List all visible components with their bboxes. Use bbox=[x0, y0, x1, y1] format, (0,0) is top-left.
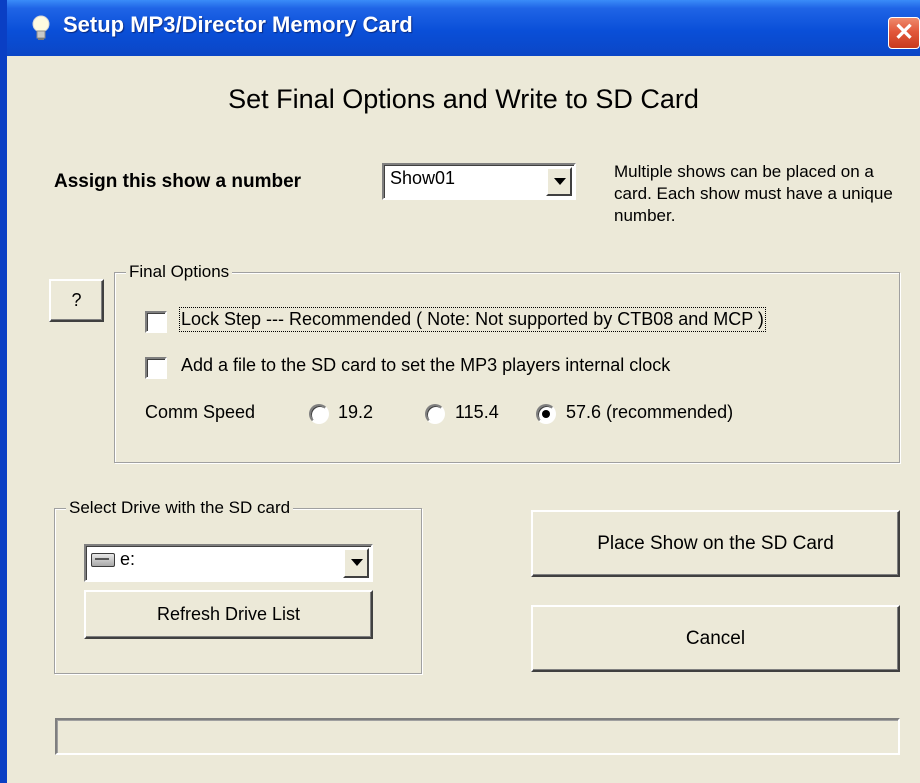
cancel-button[interactable]: Cancel bbox=[531, 605, 900, 672]
final-options-legend: Final Options bbox=[126, 262, 233, 282]
comm-speed-radio-19-2[interactable] bbox=[309, 404, 329, 424]
chevron-down-icon[interactable] bbox=[546, 167, 572, 196]
clock-file-label[interactable]: Add a file to the SD card to set the MP3… bbox=[181, 355, 670, 376]
show-number-value: Show01 bbox=[390, 168, 456, 188]
comm-speed-radio-115-4[interactable] bbox=[425, 404, 445, 424]
setup-window: Setup MP3/Director Memory Card ✕ Set Fin… bbox=[0, 0, 920, 783]
cancel-label: Cancel bbox=[685, 628, 746, 649]
comm-speed-option-115-4[interactable]: 115.4 bbox=[455, 402, 499, 423]
comm-speed-option-57-6[interactable]: 57.6 (recommended) bbox=[566, 402, 733, 423]
clock-file-checkbox[interactable] bbox=[145, 357, 167, 379]
show-number-label: Assign this show a number bbox=[54, 171, 302, 192]
drive-select-dropdown[interactable]: e: bbox=[84, 544, 373, 582]
window-title: Setup MP3/Director Memory Card bbox=[63, 12, 413, 37]
comm-speed-radio-57-6[interactable] bbox=[536, 404, 556, 424]
place-show-button[interactable]: Place Show on the SD Card bbox=[531, 510, 900, 577]
help-button-label: ? bbox=[71, 290, 82, 310]
refresh-drive-list-button[interactable]: Refresh Drive List bbox=[84, 590, 373, 639]
refresh-drive-list-label: Refresh Drive List bbox=[156, 604, 301, 624]
title-bar[interactable]: Setup MP3/Director Memory Card ✕ bbox=[7, 0, 920, 56]
drive-select-value: e: bbox=[120, 549, 136, 569]
show-number-note: Multiple shows can be placed on a card. … bbox=[614, 162, 893, 225]
lightbulb-icon bbox=[32, 15, 50, 40]
close-button[interactable]: ✕ bbox=[888, 17, 920, 49]
comm-speed-label: Comm Speed bbox=[145, 402, 256, 422]
lock-step-label[interactable]: Lock Step --- Recommended ( Note: Not su… bbox=[179, 307, 766, 332]
lock-step-checkbox[interactable] bbox=[145, 311, 167, 333]
place-show-label: Place Show on the SD Card bbox=[597, 533, 834, 554]
comm-speed-option-19-2[interactable]: 19.2 bbox=[338, 402, 373, 423]
show-number-select[interactable]: Show01 bbox=[382, 163, 576, 200]
close-icon: ✕ bbox=[893, 19, 915, 46]
chevron-down-icon[interactable] bbox=[343, 548, 369, 578]
drive-icon bbox=[91, 553, 115, 567]
drive-select-legend: Select Drive with the SD card bbox=[66, 498, 294, 518]
progress-bar bbox=[55, 718, 900, 755]
page-heading: Set Final Options and Write to SD Card bbox=[228, 84, 699, 114]
help-button[interactable]: ? bbox=[49, 279, 104, 322]
